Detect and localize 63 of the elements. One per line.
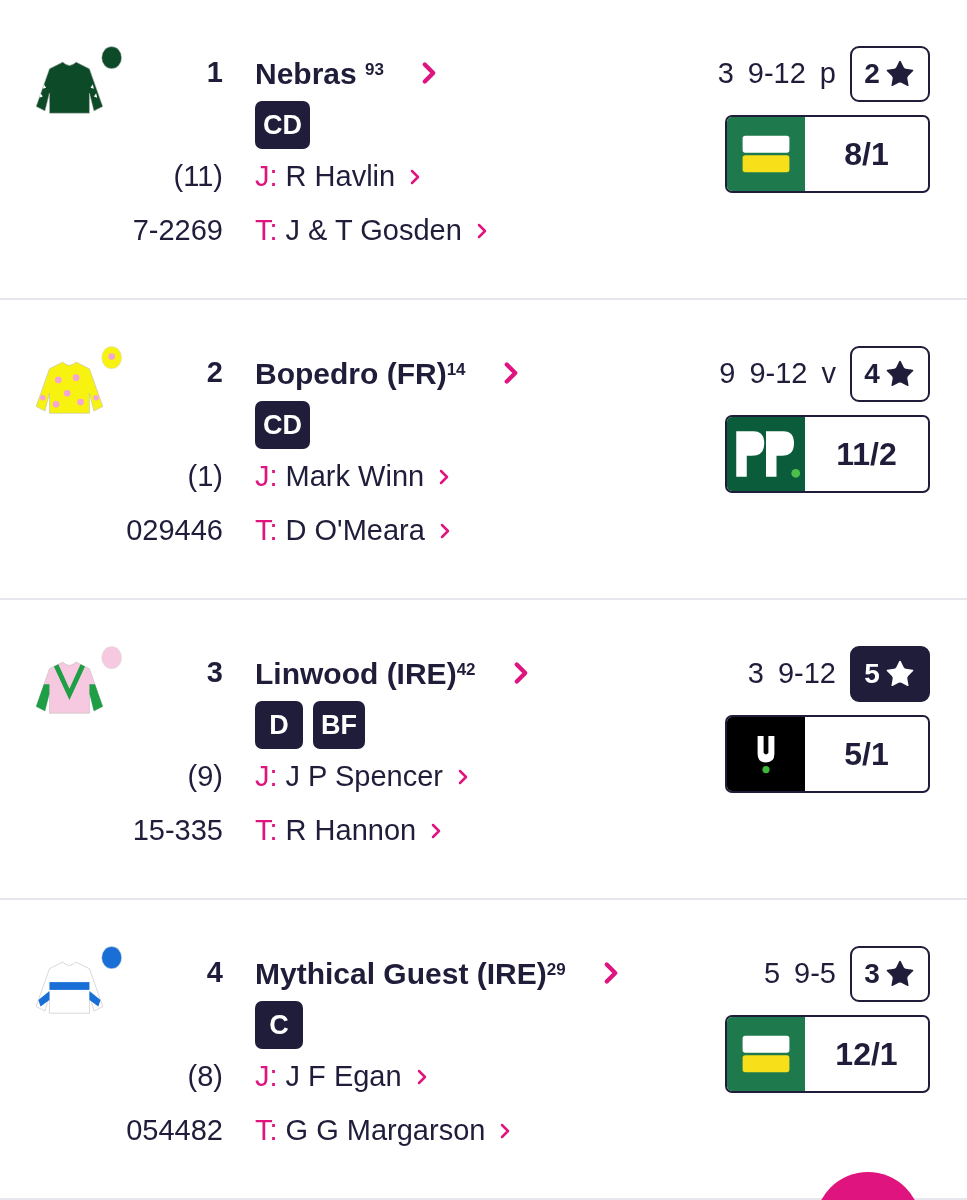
trainer-label: T:: [255, 513, 278, 549]
horse-name[interactable]: Linwood (IRE)$^{42}$: [255, 650, 476, 696]
jockey-name[interactable]: J P Spencer: [285, 755, 443, 799]
jockey-label: J:: [255, 759, 278, 795]
jockey-label: J:: [255, 459, 278, 495]
form-figures: 7-2269: [131, 213, 223, 249]
draw-number: (1): [186, 459, 223, 495]
form-figures: 054482: [125, 1113, 223, 1149]
headgear: p: [819, 56, 836, 92]
odds-button[interactable]: 8/1: [725, 115, 930, 193]
draw-number: (9): [186, 759, 223, 795]
runner-row[interactable]: 2 Bopedro (FR)$^{14}$ CD (1) J: Mark Winn 029446 T: D O'Meara 9 9-12 v 4 11/2: [0, 300, 967, 600]
horse-age: 3: [717, 56, 734, 92]
jockey-label: J:: [255, 159, 278, 195]
trainer-name[interactable]: D O'Meara: [285, 509, 425, 553]
horse-age: 5: [763, 956, 781, 992]
form-tag: CD: [255, 101, 310, 149]
trainer-label: T:: [255, 813, 278, 849]
jockey-name[interactable]: J F Egan: [285, 1055, 402, 1099]
bookmaker-logo-icon: [727, 717, 805, 791]
form-tag: C: [255, 1001, 303, 1049]
form-tag: D: [255, 701, 303, 749]
odds-button[interactable]: 5/1: [725, 715, 930, 793]
horse-weight: 9-12: [777, 656, 836, 692]
form-figures: 029446: [125, 513, 223, 549]
star-rating-badge: 4: [850, 346, 930, 402]
horse-age: 9: [719, 356, 736, 392]
runner-row[interactable]: 4 Mythical Guest (IRE)$^{29}$ C (8) J: J F Egan 054482 T: G G Margarson 5 9-5 3 12/1: [0, 900, 967, 1200]
jockey-name[interactable]: R Havlin: [285, 155, 396, 199]
trainer-name[interactable]: G G Margarson: [285, 1109, 486, 1153]
draw-number: (8): [186, 1059, 223, 1095]
form-figures: 15-335: [131, 813, 223, 849]
horse-weight: 9-12: [749, 356, 808, 392]
horse-age: 3: [747, 656, 764, 692]
form-tag: BF: [313, 701, 365, 749]
trainer-label: T:: [255, 213, 278, 249]
bookmaker-logo-icon: [727, 417, 805, 491]
odds-button[interactable]: 11/2: [725, 415, 930, 493]
runner-number: 2: [205, 355, 223, 391]
trainer-name[interactable]: R Hannon: [285, 809, 417, 853]
trainer-label: T:: [255, 1113, 278, 1149]
runner-number: 1: [205, 55, 223, 91]
jockey-label: J:: [255, 1059, 278, 1095]
star-rating-badge: 5: [850, 646, 930, 702]
bookmaker-logo-icon: [727, 117, 805, 191]
runner-row[interactable]: 3 Linwood (IRE)$^{42}$ D BF (9) J: J P Spencer 15-335 T: R Hannon 3 9-12 5 5/1: [0, 600, 967, 900]
odds-button[interactable]: 12/1: [725, 1015, 930, 1093]
horse-name[interactable]: Mythical Guest (IRE)$^{29}$: [255, 950, 566, 996]
horse-weight: 9-12: [747, 56, 806, 92]
draw-number: (11): [172, 159, 223, 195]
horse-weight: 9-5: [794, 956, 836, 992]
form-tag: CD: [255, 401, 310, 449]
headgear: v: [821, 356, 836, 392]
runner-row[interactable]: 1 Nebras $^{93}$ CD (11) J: R Havlin 7-2269 T: J & T Gosden 3 9-12 p 2 8/1: [0, 0, 967, 300]
horse-name[interactable]: Bopedro (FR)$^{14}$: [255, 350, 466, 396]
runner-number: 3: [205, 655, 223, 691]
runner-number: 4: [205, 955, 223, 991]
jockey-name[interactable]: Mark Winn: [285, 455, 425, 499]
star-rating-badge: 3: [850, 946, 930, 1002]
trainer-name[interactable]: J & T Gosden: [285, 209, 462, 253]
star-rating-badge: 2: [850, 46, 930, 102]
horse-name[interactable]: Nebras $^{93}$: [255, 50, 384, 96]
bookmaker-logo-icon: [727, 1017, 805, 1091]
